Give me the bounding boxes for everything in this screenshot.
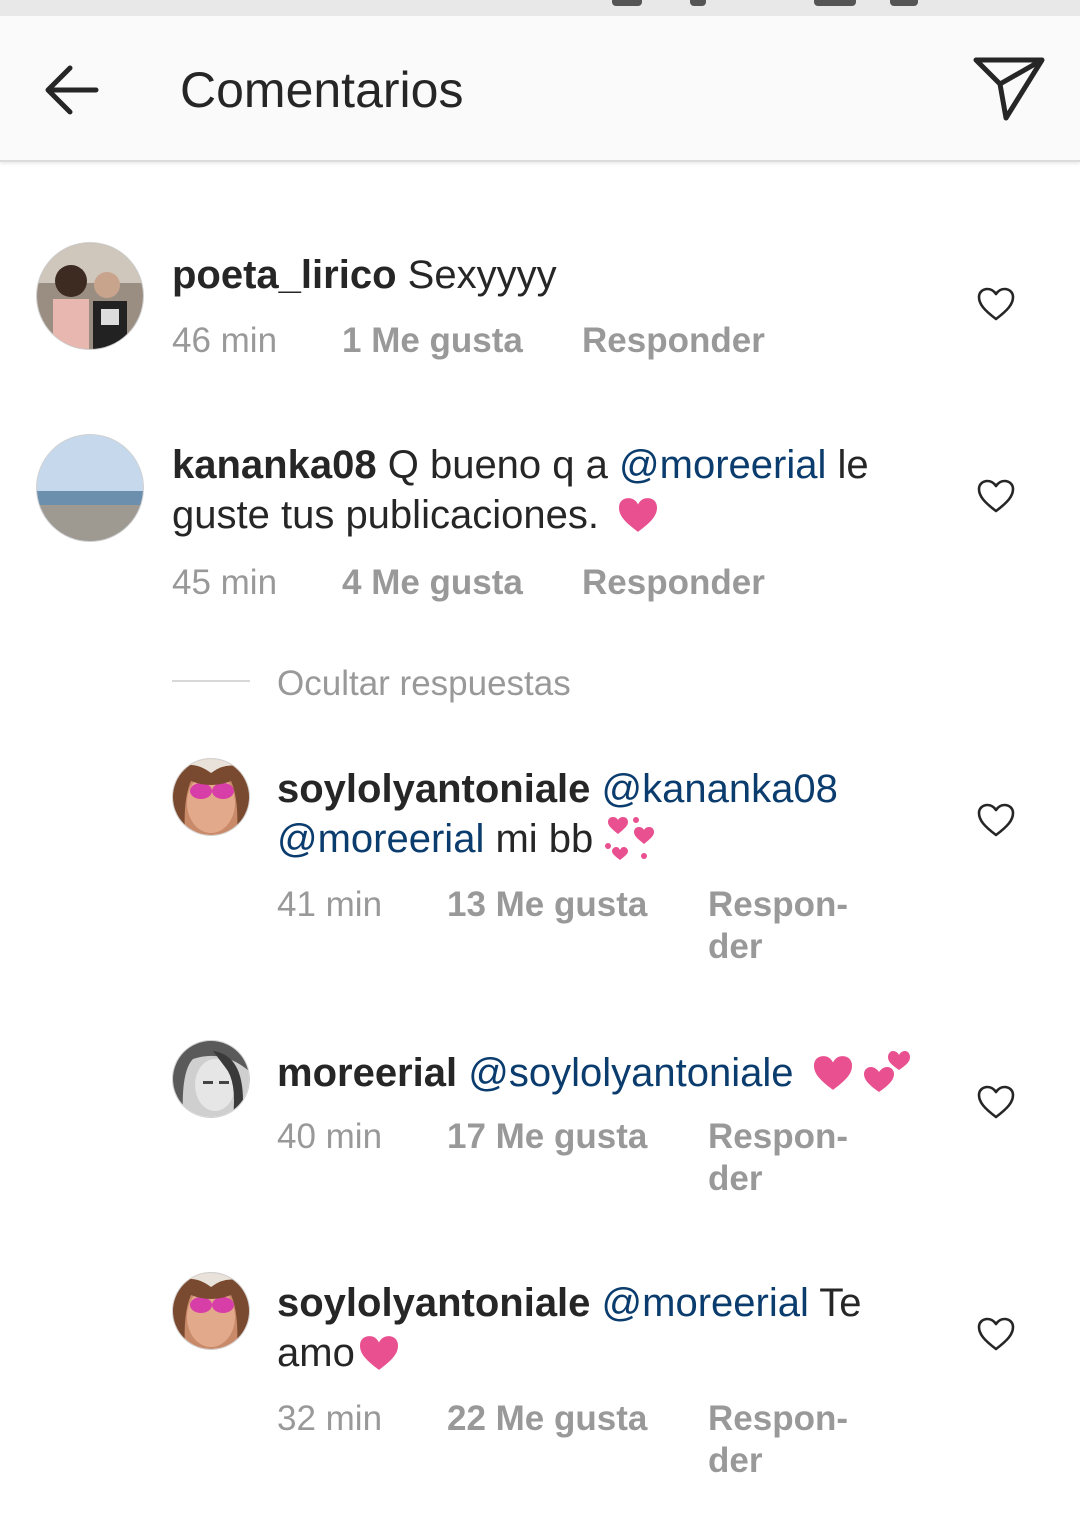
hide-replies-toggle[interactable]: Ocultar respuestas [172, 664, 732, 708]
status-icon-signal [612, 0, 642, 6]
back-button[interactable] [40, 58, 104, 122]
reply-label-line2: der [708, 1159, 763, 1198]
comment-meta: 40 min 17 Me gusta Respon- der [277, 1116, 897, 1206]
red-heart-icon [359, 1336, 398, 1370]
avatar[interactable] [172, 1272, 250, 1350]
sparkling-hearts-icon [605, 817, 655, 860]
reply-label-line2: der [708, 1441, 763, 1480]
comment-likes[interactable]: 4 Me gusta [342, 562, 523, 604]
comment-likes[interactable]: 22 Me gusta [447, 1398, 647, 1440]
comment-time: 32 min [277, 1399, 383, 1438]
status-icon-clock [890, 0, 918, 6]
reply-label-line2: der [708, 927, 763, 966]
status-icon-wifi [690, 0, 706, 6]
comment-meta: 32 min 22 Me gusta Respon- der [277, 1398, 897, 1488]
reply-label-line1: Respon- [708, 1399, 848, 1438]
status-icon-battery [814, 0, 856, 6]
comment-text: moreerial @soylolyantoniale [277, 1046, 957, 1098]
reply-label-line1: Respon- [708, 1117, 848, 1156]
reply-button[interactable]: Responder [582, 562, 765, 604]
reply-button[interactable]: Respon- der [708, 1398, 848, 1482]
heart-icon[interactable] [976, 478, 1016, 514]
comment-time: 40 min [277, 1117, 383, 1156]
page-title: Comentarios [180, 62, 464, 118]
avatar-photo [173, 759, 249, 835]
comment-username[interactable]: soylolyantoniale [277, 1281, 590, 1325]
comment-meta: 46 min 1 Me gusta Responder [172, 320, 872, 364]
status-bar [0, 0, 1080, 16]
divider-line [172, 680, 250, 682]
comment-body: Q bueno q a [387, 443, 620, 487]
app-bar: Comentarios [0, 16, 1080, 162]
comment-body: mi bb [484, 817, 594, 861]
arrow-left-icon [45, 65, 99, 115]
reply-button[interactable]: Respon- der [708, 884, 848, 968]
comment-time: 41 min [277, 885, 383, 924]
mention-link[interactable]: @moreerial [277, 817, 484, 861]
comment-likes[interactable]: 1 Me gusta [342, 320, 523, 362]
comment-username[interactable]: moreerial [277, 1051, 457, 1095]
heart-icon[interactable] [976, 286, 1016, 322]
heart-icon[interactable] [976, 1316, 1016, 1352]
comment-username[interactable]: soylolyantoniale [277, 767, 590, 811]
mention-link[interactable]: @soylolyantoniale [468, 1051, 793, 1095]
comment-likes[interactable]: 17 Me gusta [447, 1116, 647, 1158]
comment-meta: 41 min 13 Me gusta Respon- der [277, 884, 897, 974]
comment-text: kananka08 Q bueno q a @moreerial le gust… [172, 440, 932, 540]
comment-time: 45 min [172, 563, 278, 602]
mention-link[interactable]: @moreerial [619, 443, 826, 487]
mention-link[interactable]: @moreerial [602, 1281, 809, 1325]
avatar[interactable] [36, 434, 144, 542]
reply-label-line1: Respon- [708, 885, 848, 924]
comment-likes[interactable]: 13 Me gusta [447, 884, 647, 926]
comment-username[interactable]: kananka08 [172, 443, 377, 487]
avatar[interactable] [172, 758, 250, 836]
avatar[interactable] [172, 1040, 250, 1118]
avatar-photo [173, 1041, 249, 1117]
hide-replies-label: Ocultar respuestas [277, 664, 571, 703]
comment-text: soylolyantoniale @kananka08 @moreerial m… [277, 764, 937, 864]
comment-text: soylolyantoniale @moreerial Te amo [277, 1278, 907, 1378]
heart-icon[interactable] [976, 802, 1016, 838]
reply-button[interactable]: Respon- der [708, 1116, 848, 1200]
avatar-photo [37, 435, 143, 541]
avatar-photo [37, 243, 143, 349]
comment-username[interactable]: poeta_lirico [172, 253, 397, 297]
reply-button[interactable]: Responder [582, 320, 765, 362]
mention-link[interactable]: @kananka08 [602, 767, 838, 811]
red-heart-icon [619, 498, 658, 532]
heart-icon[interactable] [976, 1084, 1016, 1120]
comment-body: Sexyyyy [407, 253, 557, 297]
avatar[interactable] [36, 242, 144, 350]
share-button[interactable] [972, 54, 1046, 124]
comment-meta: 45 min 4 Me gusta Responder [172, 562, 872, 606]
comment-time: 46 min [172, 321, 278, 360]
comment-text: poeta_lirico Sexyyyy [172, 250, 932, 300]
two-hearts-icon [863, 1051, 910, 1092]
send-icon [973, 57, 1045, 121]
red-heart-icon [813, 1056, 852, 1090]
avatar-photo [173, 1273, 249, 1349]
